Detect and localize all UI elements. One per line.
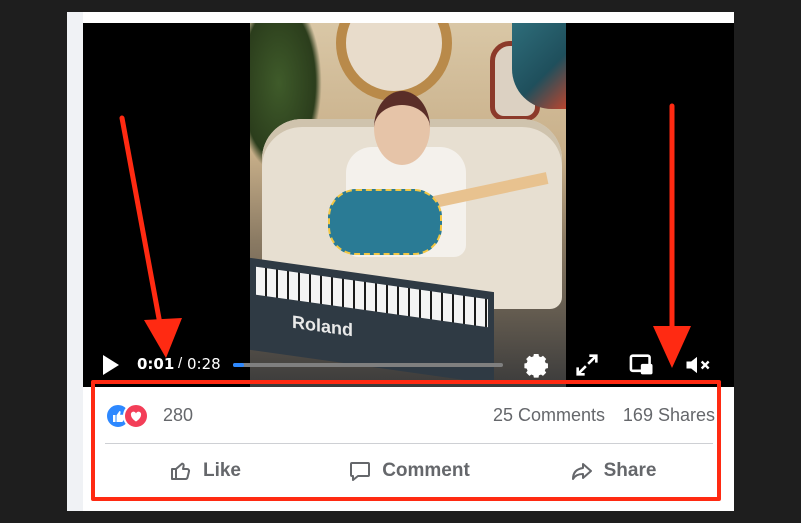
gear-icon[interactable] — [523, 351, 551, 379]
time-total: 0:28 — [187, 355, 221, 373]
keyboard-brand-label: Roland — [292, 311, 353, 341]
picture-in-picture-icon[interactable] — [628, 351, 656, 379]
muted-speaker-icon[interactable] — [683, 351, 711, 379]
progress-fill — [233, 363, 244, 367]
progress-bar[interactable] — [233, 363, 503, 367]
video-player[interactable]: Roland 0:01 / 0:28 — [83, 23, 734, 387]
card-left-border — [67, 12, 83, 511]
time-current: 0:01 — [137, 355, 175, 373]
person-head — [374, 91, 430, 165]
expand-icon[interactable] — [573, 351, 601, 379]
guitar — [328, 189, 442, 255]
play-icon[interactable] — [103, 355, 119, 375]
highlight-box-annotation — [91, 380, 721, 501]
video-frame: Roland — [250, 23, 566, 387]
round-mirror-decor — [336, 23, 452, 101]
time-separator: / — [178, 355, 183, 372]
